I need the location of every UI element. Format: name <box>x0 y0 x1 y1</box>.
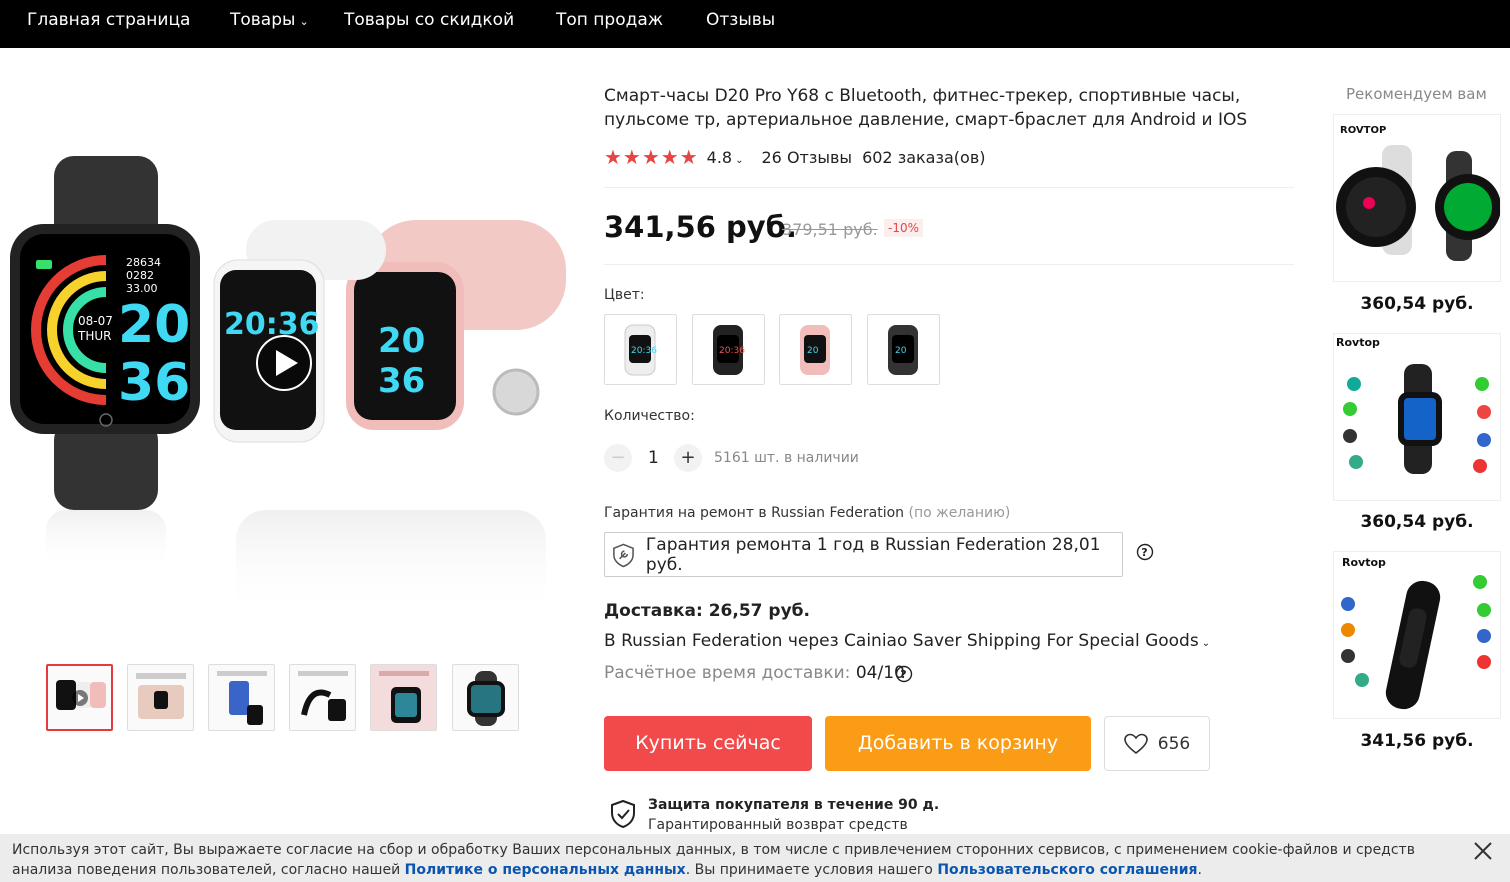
nav-products[interactable]: Товары ⌄ <box>230 10 309 30</box>
shield-check-icon <box>611 799 635 829</box>
top-navigation: Главная страница Товары ⌄ Товары со скидк… <box>0 0 1510 48</box>
warranty-option-text: Гарантия ремонта 1 год в Russian Federat… <box>645 534 1101 575</box>
recommend-brand: ROVTOP <box>1340 125 1386 136</box>
white-watch-time: 20:36 <box>224 307 320 342</box>
chevron-down-icon: ⌄ <box>299 15 309 28</box>
nav-products-label: Товары <box>230 10 296 30</box>
recommend-item-3[interactable]: Rovtop <box>1333 551 1501 719</box>
rating-stars-icon: ★★★★★ <box>604 145 699 169</box>
delivery-eta-label: Расчётное время доставки: <box>604 663 851 683</box>
stock-count: 5161 шт. в наличии <box>714 450 859 466</box>
delivery-method[interactable]: В Russian Federation через Cainiao Saver… <box>604 631 1210 651</box>
quantity-decrease-button[interactable]: − <box>604 444 632 472</box>
black-watch-hours: 20 <box>118 295 190 355</box>
thumbnail-6[interactable] <box>452 664 519 731</box>
thumbnail-1[interactable] <box>46 664 113 731</box>
buy-now-button[interactable]: Купить сейчас <box>604 716 812 771</box>
rating-value[interactable]: 4.8 ⌄ <box>707 148 744 167</box>
old-price: 379,51 руб. <box>782 220 878 239</box>
delivery-method-text: В Russian Federation через Cainiao Saver… <box>604 631 1199 651</box>
rating-row: ★★★★★ 4.8 ⌄ 26 Отзывы 602 заказа(ов) <box>604 145 986 169</box>
orders-count: 602 заказа(ов) <box>862 147 986 167</box>
help-icon[interactable]: ? <box>895 665 913 683</box>
warranty-label: Гарантия на ремонт в Russian Federation … <box>604 505 1010 521</box>
chevron-down-icon: ⌄ <box>1201 638 1211 649</box>
black-watch-date: 08-07 <box>78 314 113 328</box>
product-main-image[interactable]: 20 36 20:36 08-07 THUR 20 36 28634 0282 … <box>6 120 566 640</box>
recommend-item-1-price: 360,54 руб. <box>1360 294 1474 314</box>
warranty-option[interactable]: Гарантия ремонта 1 год в Russian Federat… <box>604 532 1123 577</box>
svg-text:?: ? <box>900 668 906 681</box>
chevron-down-icon: ⌄ <box>735 154 744 166</box>
svg-text:?: ? <box>1141 546 1147 559</box>
recommend-item-3-price: 341,56 руб. <box>1360 731 1474 751</box>
reviews-link[interactable]: 26 Отзывы <box>762 148 853 167</box>
delivery-title: Доставка: 26,57 руб. <box>604 601 810 621</box>
close-icon[interactable] <box>1472 840 1494 862</box>
pink-watch-minutes: 36 <box>378 361 425 401</box>
buyer-protection-subtitle: Гарантированный возврат средств <box>648 817 908 833</box>
pink-watch-face: 20 <box>378 321 425 361</box>
buyer-protection-title: Защита покупателя в течение 90 д. <box>648 797 940 813</box>
thumbnail-5[interactable] <box>370 664 437 731</box>
nav-top-sales[interactable]: Топ продаж <box>556 10 663 30</box>
recommend-item-2-price: 360,54 руб. <box>1360 512 1474 532</box>
svg-text:20: 20 <box>895 346 907 356</box>
recommend-brand: Rovtop <box>1342 556 1386 569</box>
thumbnail-3[interactable] <box>208 664 275 731</box>
warranty-label-text: Гарантия на ремонт в Russian Federation <box>604 505 905 521</box>
warranty-optional: (по желанию) <box>908 505 1011 521</box>
user-agreement-link[interactable]: Пользовательского соглашения <box>937 862 1197 878</box>
cookie-banner: Используя этот сайт, Вы выражаете соглас… <box>0 834 1510 882</box>
color-option-white[interactable]: 20:36 <box>604 314 677 385</box>
svg-text:20:36: 20:36 <box>631 346 657 356</box>
quantity-label: Количество: <box>604 408 695 424</box>
product-title: Смарт-часы D20 Pro Y68 с Bluetooth, фитн… <box>604 86 1248 130</box>
current-price: 341,56 руб. <box>604 210 797 244</box>
recommend-title: Рекомендуем вам <box>1346 85 1487 103</box>
recommend-item-1[interactable]: ROVTOP <box>1333 114 1501 282</box>
rating-number: 4.8 <box>706 147 733 167</box>
color-option-dark[interactable]: 20 <box>867 314 940 385</box>
nav-home[interactable]: Главная страница <box>27 10 190 30</box>
thumbnail-4[interactable] <box>289 664 356 731</box>
black-watch-steps: 28634 <box>126 256 161 269</box>
nav-reviews[interactable]: Отзывы <box>706 10 775 30</box>
add-to-cart-button[interactable]: Добавить в корзину <box>825 716 1091 771</box>
wishlist-count: 656 <box>1157 733 1191 754</box>
black-watch-day: THUR <box>77 329 111 343</box>
quantity-value[interactable]: 1 <box>648 448 659 468</box>
help-icon[interactable]: ? <box>1136 543 1154 561</box>
black-watch-minutes: 36 <box>118 353 190 413</box>
recommend-item-2[interactable]: Rovtop <box>1333 333 1501 501</box>
color-option-black[interactable]: 20:36 <box>692 314 765 385</box>
color-option-pink[interactable]: 20 <box>779 314 852 385</box>
recommend-brand: Rovtop <box>1336 336 1380 349</box>
discount-badge: -10% <box>884 219 924 237</box>
divider <box>604 264 1294 265</box>
cookie-text: . <box>1197 862 1202 878</box>
shield-wrench-icon <box>613 543 634 567</box>
divider <box>604 187 1294 188</box>
color-label: Цвет: <box>604 287 645 303</box>
privacy-policy-link[interactable]: Политике о персональных данных <box>405 862 686 878</box>
svg-text:20:36: 20:36 <box>719 346 745 356</box>
cookie-text: . Вы принимаете условия нашего <box>685 862 938 878</box>
heart-icon <box>1123 733 1148 754</box>
thumbnail-2[interactable] <box>127 664 194 731</box>
black-watch-dist: 33.00 <box>126 282 158 295</box>
nav-discounts[interactable]: Товары со скидкой <box>344 10 514 30</box>
svg-text:20: 20 <box>807 346 819 356</box>
wishlist-button[interactable]: 656 <box>1104 716 1210 771</box>
quantity-increase-button[interactable]: + <box>674 444 702 472</box>
black-watch-cal: 0282 <box>126 269 154 282</box>
delivery-eta: Расчётное время доставки: 04/10 <box>604 663 905 683</box>
